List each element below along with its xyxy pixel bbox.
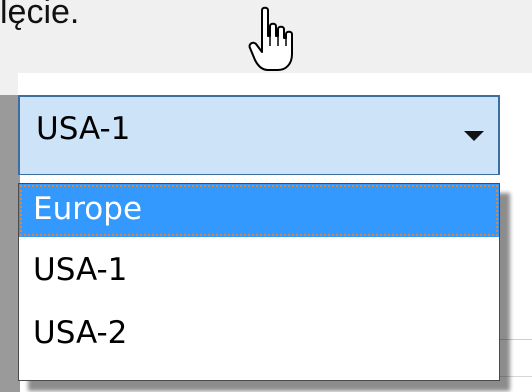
region-select[interactable]: USA-1 xyxy=(18,95,500,175)
hand-pointer-icon xyxy=(248,6,293,71)
dropdown-listbox: Europe USA-1 USA-2 xyxy=(18,183,500,381)
caption-text: lęcie. xyxy=(0,0,80,31)
option-europe[interactable]: Europe xyxy=(19,184,499,237)
option-usa-1[interactable]: USA-1 xyxy=(19,245,499,298)
dropdown-arrow-icon[interactable] xyxy=(464,131,484,141)
divider-line xyxy=(500,339,532,340)
panel-shadow xyxy=(0,95,20,392)
option-usa-2[interactable]: USA-2 xyxy=(19,308,499,361)
select-current-value: USA-1 xyxy=(36,111,131,147)
